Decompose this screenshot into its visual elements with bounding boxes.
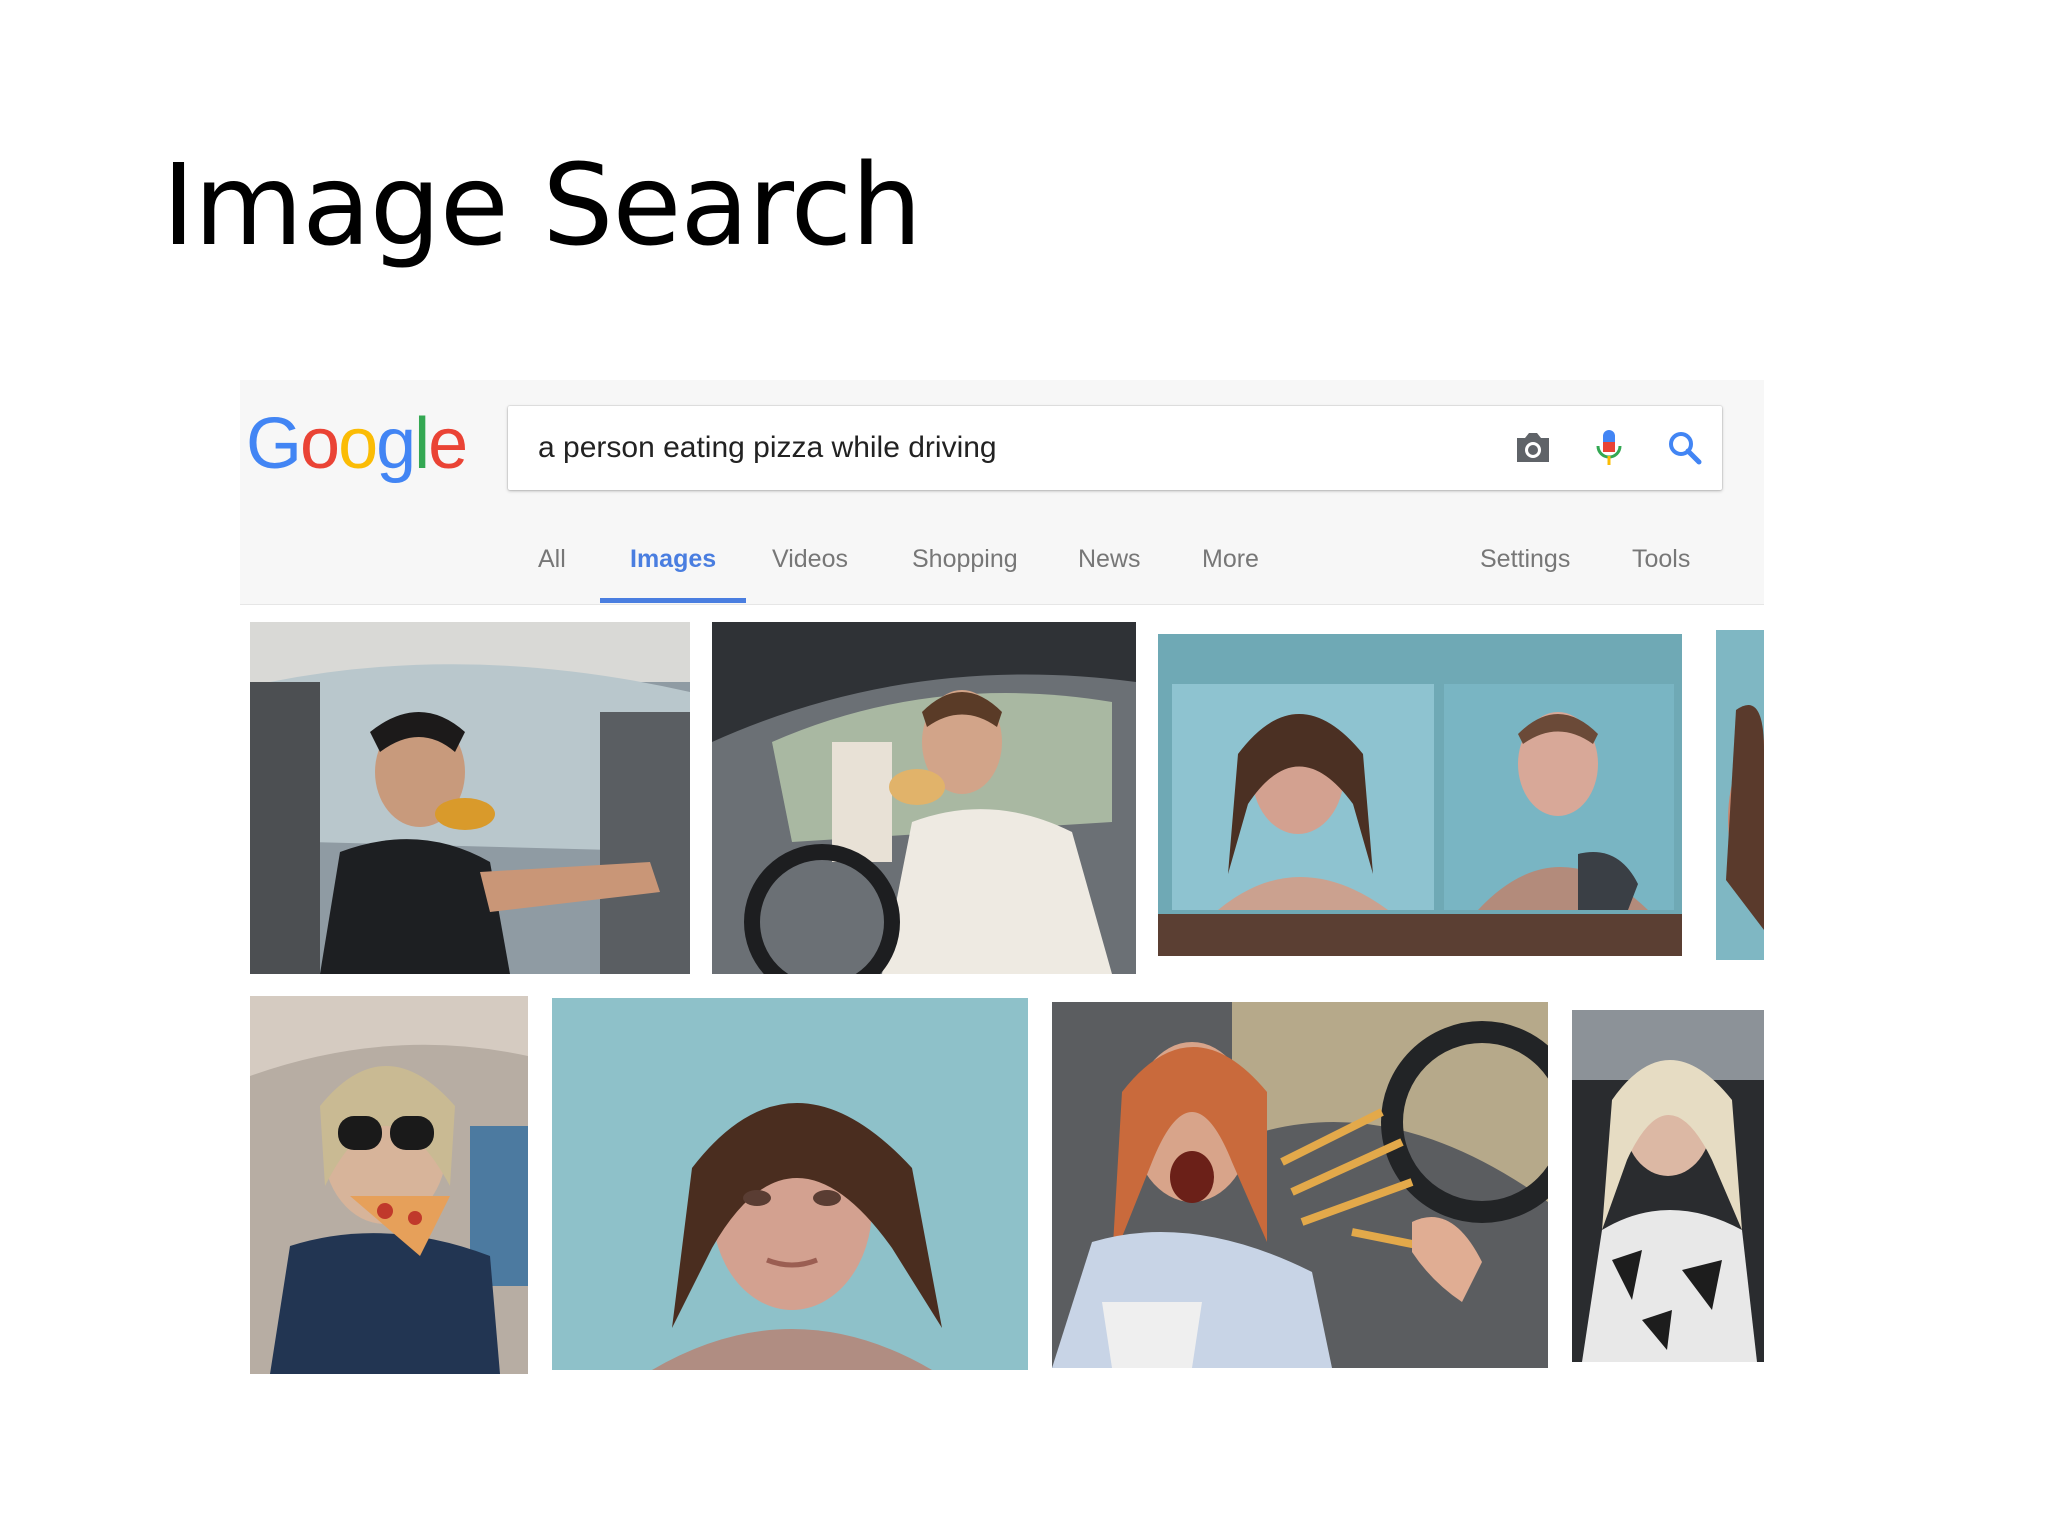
tab-more[interactable]: More xyxy=(1202,530,1259,602)
search-tabs: All Images Videos Shopping News More Set… xyxy=(240,530,1764,604)
tab-videos[interactable]: Videos xyxy=(772,530,848,602)
search-header: Google a person eating pizza while drivi… xyxy=(240,380,1764,605)
logo-letter: G xyxy=(246,404,302,484)
tab-all[interactable]: All xyxy=(538,530,566,602)
image-result-partial-mugshot-cropped[interactable] xyxy=(1716,630,1764,960)
image-result-blonde-woman-in-car[interactable] xyxy=(1572,1010,1764,1362)
logo-letter: l xyxy=(414,404,430,484)
tab-news[interactable]: News xyxy=(1078,530,1141,602)
image-result-young-man-eating-pizza-in-car[interactable] xyxy=(250,622,690,974)
image-result-two-mugshots-woman-and-tattooed-man[interactable] xyxy=(1158,634,1682,956)
image-result-woman-in-sunglasses-eating-pizza-in-car[interactable] xyxy=(250,996,528,1374)
tab-shopping[interactable]: Shopping xyxy=(912,530,1018,602)
camera-icon[interactable] xyxy=(1508,423,1558,473)
google-logo[interactable]: Google xyxy=(246,404,468,484)
image-result-man-eating-sandwich-while-driving[interactable] xyxy=(712,622,1136,974)
search-input[interactable]: a person eating pizza while driving xyxy=(538,406,1438,490)
logo-letter: o xyxy=(300,404,340,484)
image-result-woman-eating-fries-while-driving[interactable] xyxy=(1052,1002,1548,1368)
logo-letter: e xyxy=(428,404,468,484)
logo-letter: g xyxy=(376,404,416,484)
microphone-icon[interactable] xyxy=(1584,423,1634,473)
slide-title: Image Search xyxy=(162,141,922,271)
search-icon[interactable] xyxy=(1660,423,1710,473)
tab-images[interactable]: Images xyxy=(599,530,747,603)
tab-tools[interactable]: Tools xyxy=(1632,530,1690,602)
google-image-search-screenshot: Google a person eating pizza while drivi… xyxy=(240,380,1764,1410)
logo-letter: o xyxy=(338,404,378,484)
image-result-woman-mugshot-teal-background[interactable] xyxy=(552,998,1028,1370)
tab-settings[interactable]: Settings xyxy=(1480,530,1570,602)
image-results-grid xyxy=(240,604,1764,1410)
search-box: a person eating pizza while driving xyxy=(508,406,1722,490)
